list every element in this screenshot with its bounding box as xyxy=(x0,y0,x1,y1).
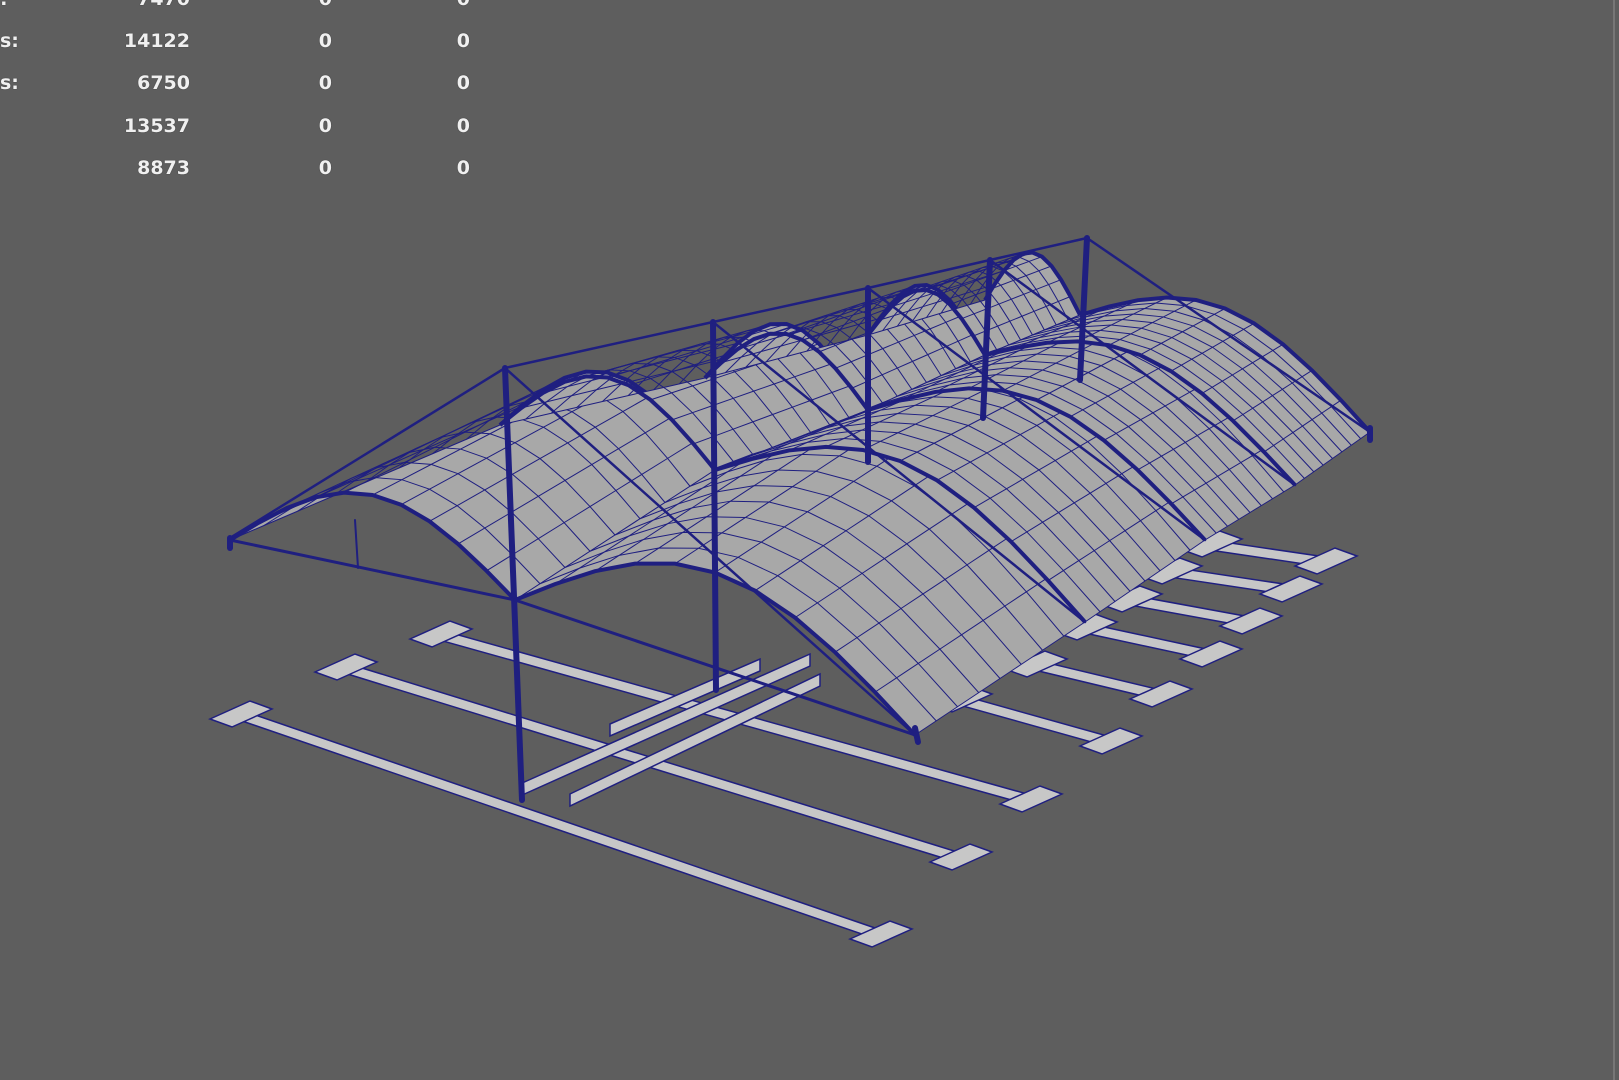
tension-cable xyxy=(711,286,870,324)
3d-viewport[interactable]: : 7470 0 0 s: 14122 0 0 s: 6750 0 0 1353… xyxy=(0,0,1619,1080)
viewport-border xyxy=(1613,0,1615,1080)
tension-cable xyxy=(503,320,715,370)
ground-beam xyxy=(237,709,883,941)
footing-pad xyxy=(1258,575,1324,603)
footing-pad xyxy=(1218,607,1284,635)
edge-beam-end xyxy=(912,725,921,745)
roof-bay xyxy=(230,371,715,600)
column-mast xyxy=(710,319,719,693)
canopy-model-wireframe[interactable] xyxy=(0,0,1619,1080)
ground-beam xyxy=(957,694,1113,748)
hanger-strut xyxy=(354,519,359,569)
footing-pad xyxy=(1293,547,1359,575)
